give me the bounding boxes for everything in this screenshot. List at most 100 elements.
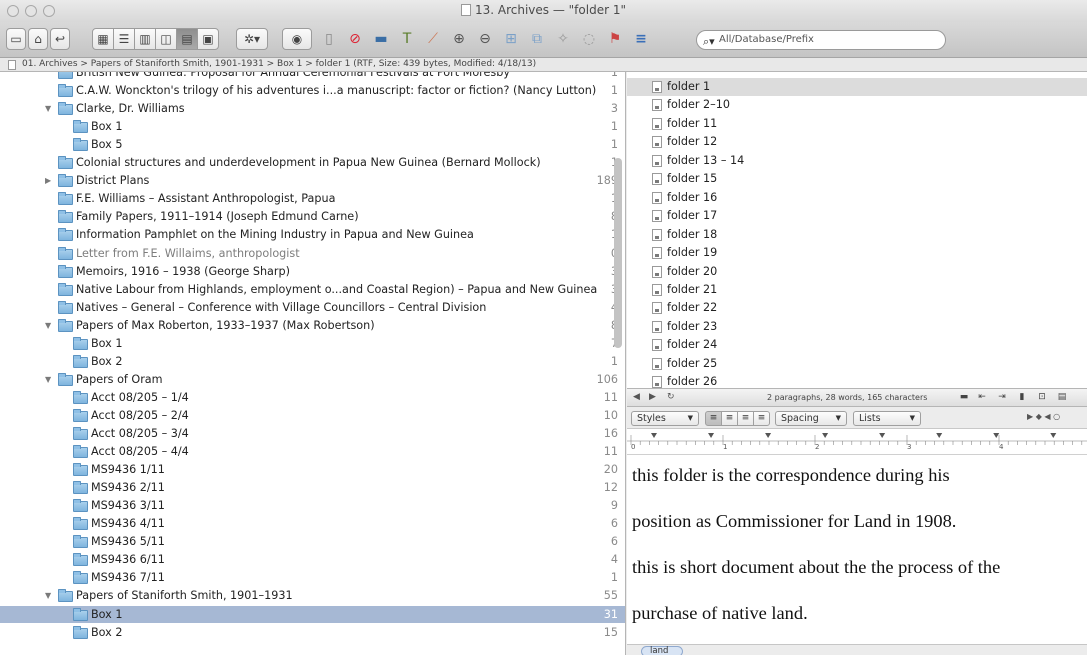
sidebar-toggle-button[interactable]: ▭ (6, 28, 26, 50)
document-row[interactable]: folder 11 (627, 115, 1087, 133)
tree-row[interactable]: MS9436 1/11 20 (0, 461, 625, 479)
group-icon[interactable]: ⊞ (502, 30, 520, 48)
document-row[interactable]: folder 25 (627, 355, 1087, 373)
align-left-button[interactable]: ≡ (705, 411, 722, 426)
lists-dropdown[interactable]: Lists ▼ (853, 411, 921, 426)
column-icon[interactable]: ▮ (1015, 392, 1029, 404)
search-field[interactable]: ⌕▾ All/Database/Prefix (696, 30, 946, 50)
tree-row[interactable]: ▼ Papers of Oram 106 (0, 371, 625, 389)
tree-row[interactable]: Box 17 (0, 335, 625, 353)
home-button[interactable]: ⌂ (28, 28, 48, 50)
tree-row[interactable]: MS9436 3/11 9 (0, 497, 625, 515)
highlight-icon[interactable]: ⟋ (424, 30, 442, 48)
disclosure-expanded-icon[interactable]: ▼ (45, 371, 55, 389)
flag-icon[interactable]: ⚑ (606, 30, 624, 48)
spacing-dropdown[interactable]: Spacing ▼ (775, 411, 847, 426)
disclosure-collapsed-icon[interactable]: ▶ (45, 172, 55, 190)
shift-left-icon[interactable]: ⇤ (975, 392, 989, 404)
tree-row[interactable]: Native Labour from Highlands, employment… (0, 281, 625, 299)
view-list-button[interactable]: ☰ (113, 28, 135, 50)
tree-row[interactable]: MS9436 4/11 6 (0, 515, 625, 533)
tree-row[interactable]: MS9436 2/11 12 (0, 479, 625, 497)
previous-icon[interactable]: ◀ (633, 392, 640, 402)
tree-row[interactable]: Family Papers, 1911–1914 (Joseph Edmund … (0, 208, 625, 226)
trash-icon[interactable]: ⊡ (1035, 392, 1049, 404)
document-row[interactable]: folder 22 (627, 299, 1087, 317)
tree-row[interactable]: Box 2 15 (0, 624, 625, 642)
view-split-button[interactable]: ◫ (155, 28, 177, 50)
tree-row[interactable]: ▼ Clarke, Dr. Williams 3 (0, 100, 625, 118)
tree-row[interactable]: British New Guinea: Proposal for Annual … (0, 72, 625, 82)
delete-icon[interactable]: ⊘ (346, 30, 364, 48)
view-three-pane-button[interactable]: ▤ (176, 28, 198, 50)
tree-row[interactable]: Information Pamphlet on the Mining Indus… (0, 226, 625, 244)
tree-row[interactable]: Box 5 1 (0, 136, 625, 154)
align-right-button[interactable]: ≡ (753, 411, 770, 426)
item-count: 106 (596, 372, 618, 386)
tree-row[interactable]: Natives – General – Conference with Vill… (0, 299, 625, 317)
tree-row[interactable]: ▶ District Plans 189 (0, 172, 625, 190)
folder-icon[interactable]: ▬ (372, 30, 390, 48)
disclosure-expanded-icon[interactable]: ▼ (45, 100, 55, 118)
styles-dropdown[interactable]: Styles ▼ (631, 411, 699, 426)
next-icon[interactable]: ▶ (649, 392, 656, 402)
quick-look-button[interactable]: ◉ (282, 28, 312, 50)
tree-row[interactable]: Acct 08/205 – 1/4 11 (0, 389, 625, 407)
tree-row[interactable]: Box 2 1 (0, 353, 625, 371)
zoom-out-icon[interactable]: ⊖ (476, 30, 494, 48)
action-menu-button[interactable]: ✲▾ (236, 28, 268, 50)
tree-row[interactable]: Letter from F.E. Willaims, anthropologis… (0, 245, 625, 263)
text-editor[interactable]: this folder is the correspondence during… (627, 455, 1087, 644)
document-row[interactable]: folder 17 (627, 207, 1087, 225)
tree-row[interactable]: Memoirs, 1916 – 1938 (George Sharp)3 (0, 263, 625, 281)
lock-icon[interactable]: ▬ (957, 392, 971, 404)
tree-row[interactable]: Acct 08/205 – 2/4 10 (0, 407, 625, 425)
classify-icon[interactable]: ✧ (554, 30, 572, 48)
tree-row[interactable]: ▼ Papers of Max Roberton, 1933–1937 (Max … (0, 317, 625, 335)
tree-row[interactable]: Acct 08/205 – 3/4 16 (0, 425, 625, 443)
reload-icon[interactable]: ↻ (667, 392, 675, 402)
disclosure-expanded-icon[interactable]: ▼ (45, 587, 55, 605)
document-row[interactable]: folder 19 (627, 244, 1087, 262)
tag-chip[interactable]: land (641, 646, 684, 655)
document-row[interactable]: folder 21 (627, 281, 1087, 299)
document-row[interactable]: folder 13 – 14 (627, 152, 1087, 170)
tree-row[interactable]: Box 1 1 (0, 118, 625, 136)
zoom-in-icon[interactable]: ⊕ (450, 30, 468, 48)
document-row[interactable]: folder 15 (627, 170, 1087, 188)
tree-row[interactable]: Acct 08/205 – 4/4 11 (0, 443, 625, 461)
tree-row[interactable]: C.A.W. Wonckton's trilogy of his adventu… (0, 82, 625, 100)
justify-button[interactable]: ≡ (737, 411, 754, 426)
tree-row[interactable]: Colonial structures and underdevelopment… (0, 154, 625, 172)
info-icon[interactable]: ▤ (1055, 392, 1069, 404)
tree-row[interactable]: MS9436 7/11 1 (0, 569, 625, 587)
text-icon[interactable]: T (398, 30, 416, 48)
document-row[interactable]: folder 24 (627, 336, 1087, 354)
new-document-icon[interactable]: ▯ (320, 30, 338, 48)
view-columns-button[interactable]: ▥ (134, 28, 156, 50)
document-row[interactable]: folder 2–10 (627, 96, 1087, 114)
scrollbar-thumb[interactable] (614, 158, 622, 348)
tree-row[interactable]: MS9436 6/11 4 (0, 551, 625, 569)
see-also-icon[interactable]: ◌ (580, 30, 598, 48)
view-preview-button[interactable]: ▣ (197, 28, 219, 50)
shift-right-icon[interactable]: ⇥ (995, 392, 1009, 404)
back-button[interactable]: ↩ (50, 28, 70, 50)
lines-icon[interactable]: ≡ (632, 30, 650, 48)
tree-row[interactable]: Box 1 31 (0, 605, 625, 623)
document-row[interactable]: folder 18 (627, 226, 1087, 244)
align-center-button[interactable]: ≡ (721, 411, 738, 426)
disclosure-expanded-icon[interactable]: ▼ (45, 317, 55, 335)
document-row[interactable]: folder 20 (627, 263, 1087, 281)
tree-row[interactable]: F.E. Williams – Assistant Anthropologist… (0, 190, 625, 208)
tree-row[interactable]: ▼ Papers of Staniforth Smith, 1901–1931 55 (0, 587, 625, 605)
document-row[interactable]: folder 26 (627, 373, 1087, 388)
document-row[interactable]: folder 16 (627, 189, 1087, 207)
view-icons-button[interactable]: ▦ (92, 28, 114, 50)
tree-row[interactable]: MS9436 5/11 6 (0, 533, 625, 551)
tile-icon[interactable]: ⧉ (528, 30, 546, 48)
document-row[interactable]: folder 1 (627, 78, 1087, 97)
document-row[interactable]: folder 23 (627, 318, 1087, 336)
document-row[interactable]: folder 12 (627, 133, 1087, 151)
marker-controls-icon[interactable]: ▶ ◆ ◀ ○ (1027, 412, 1060, 421)
